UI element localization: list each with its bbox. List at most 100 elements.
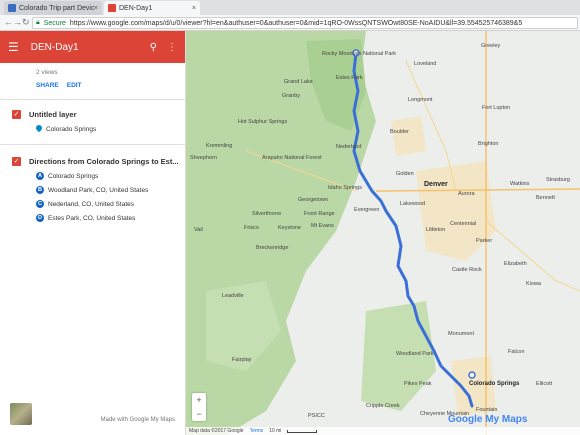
list-item[interactable]: D Estes Park, CO, United States xyxy=(12,211,179,225)
map-label-cripple-creek: Cripple Creek xyxy=(366,403,400,409)
map-label-front-range: Front Range xyxy=(304,211,335,217)
map-canvas[interactable]: Denver Boulder Longmont Greeley Loveland… xyxy=(186,31,580,435)
map-label-kremmling: Kremmling xyxy=(206,143,233,149)
more-options-icon[interactable]: ⋮ xyxy=(167,42,177,53)
made-with-label: Made with Google My Maps xyxy=(100,417,175,423)
map-label-idaho-springs: Idaho Springs xyxy=(328,185,362,191)
map-label-brighton: Brighton xyxy=(478,141,499,147)
divider xyxy=(0,99,185,100)
map-label-golden: Golden xyxy=(396,171,414,177)
map-label-littleton: Littleton xyxy=(426,227,446,233)
tab-colorado-trip[interactable]: Colorado Trip part Devic × xyxy=(4,1,102,15)
map-label-castle-rock: Castle Rock xyxy=(452,267,482,273)
layer-directions: ✓ Directions from Colorado Springs to Es… xyxy=(0,153,185,225)
map-label-greeley: Greeley xyxy=(481,43,501,49)
map-label-hot-sulphur: Hot Sulphur Springs xyxy=(238,119,288,125)
map-label-georgetown: Georgetown xyxy=(298,197,328,203)
urban-area-denver xyxy=(416,161,496,261)
lock-icon: 🔒︎ xyxy=(36,19,40,26)
scale-bar xyxy=(287,429,318,433)
search-icon[interactable]: ⚲ xyxy=(150,42,157,53)
map-label-monument: Monument xyxy=(448,331,474,337)
panel-header: ☰ DEN-Day1 ⚲ ⋮ xyxy=(0,31,185,63)
edit-button[interactable]: EDIT xyxy=(67,82,82,89)
map-label-arapaho: Arapaho National Forest xyxy=(262,155,322,161)
map-label-colorado-springs: Colorado Springs xyxy=(469,381,520,387)
tab-label: DEN-Day1 xyxy=(119,4,153,12)
layer-title: Untitled layer xyxy=(29,109,77,119)
close-tab-icon[interactable]: × xyxy=(192,5,196,12)
list-item[interactable]: C Nederland, CO, United States xyxy=(12,197,179,211)
item-label: Nederland, CO, United States xyxy=(48,200,134,208)
layer-checkbox[interactable]: ✓ xyxy=(12,109,21,119)
map-pin-icon xyxy=(36,125,42,133)
map-label-boulder: Boulder xyxy=(390,129,409,135)
zoom-in-button[interactable]: + xyxy=(196,395,201,405)
map-label-granby: Granby xyxy=(282,93,301,99)
item-label: Colorado Springs xyxy=(46,125,97,133)
map-label-silverthorne: Silverthorne xyxy=(252,211,282,217)
divider xyxy=(0,144,185,145)
forward-icon[interactable]: → xyxy=(13,17,22,27)
map-label-woodland-park: Woodland Park xyxy=(396,351,434,357)
map-label-fountain: Fountain xyxy=(476,407,498,413)
close-tab-icon[interactable]: × xyxy=(94,5,98,12)
map-label-evergreen: Evergreen xyxy=(354,207,380,213)
attribution-text: Map data ©2017 Google xyxy=(189,428,244,434)
google-my-maps-logo: Google My Maps xyxy=(448,414,528,425)
tab-favicon-icon xyxy=(8,4,16,12)
layer-untitled: ✓ Untitled layer Colorado Springs xyxy=(0,106,185,136)
route-start-marker[interactable] xyxy=(468,371,476,379)
map-label-pikes-peak: Pikes Peak xyxy=(404,381,432,387)
waypoint-a-icon: A xyxy=(36,172,44,180)
item-label: Estes Park, CO, United States xyxy=(48,214,136,222)
list-item[interactable]: Colorado Springs xyxy=(12,122,179,136)
item-label: Colorado Springs xyxy=(48,172,99,180)
scale-label: 10 mi xyxy=(269,428,282,434)
map-label-grand-lake: Grand Lake xyxy=(284,79,313,85)
map-label-aurora: Aurora xyxy=(458,191,475,197)
map-label-leadville: Leadville xyxy=(222,293,244,299)
map-title: DEN-Day1 xyxy=(30,41,79,53)
layer-checkbox[interactable]: ✓ xyxy=(12,156,21,166)
map-label-vail: Vail xyxy=(194,227,203,233)
list-item[interactable]: A Colorado Springs xyxy=(12,169,179,183)
zoom-out-button[interactable]: − xyxy=(196,409,201,419)
browser-tabbar: Colorado Trip part Devic × DEN-Day1 × xyxy=(0,0,580,15)
map-label-centennial: Centennial xyxy=(450,221,477,227)
waypoint-c-icon: C xyxy=(36,200,44,208)
map-label-sheephorn: Sheephorn xyxy=(190,155,217,161)
map-label-strasburg: Strasburg xyxy=(546,177,570,183)
map-label-breckenridge: Breckenridge xyxy=(256,245,289,251)
basemap-thumbnail[interactable] xyxy=(10,403,32,425)
map-label-falcon: Falcon xyxy=(508,349,525,355)
url-input[interactable]: 🔒︎ Secure https://www.google.com/maps/d/… xyxy=(32,17,578,29)
tab-den-day1[interactable]: DEN-Day1 × xyxy=(104,1,200,15)
zoom-control: + − xyxy=(192,393,206,421)
share-button[interactable]: SHARE xyxy=(36,82,59,89)
reload-icon[interactable]: ↻ xyxy=(22,17,30,28)
map-svg xyxy=(186,31,580,435)
map-label-elizabeth: Elizabeth xyxy=(504,261,527,267)
map-label-estes-park: Estes Park xyxy=(336,75,363,81)
map-label-keystone: Keystone xyxy=(278,225,301,231)
terms-link[interactable]: Terms xyxy=(250,428,264,434)
view-count: 2 views xyxy=(36,69,58,76)
urban-area-boulder xyxy=(391,116,426,156)
map-label-denver: Denver xyxy=(424,181,448,188)
map-label-pscc: PSICC xyxy=(308,413,325,419)
list-item[interactable]: B Woodland Park, CO, United States xyxy=(12,183,179,197)
map-label-mt-evans: Mt Evans xyxy=(311,223,334,229)
url-text: https://www.google.com/maps/d/u/0/viewer… xyxy=(69,19,523,27)
menu-icon[interactable]: ☰ xyxy=(8,40,19,54)
map-label-nederland: Nederland xyxy=(336,144,362,150)
map-label-rmnp: Rocky Mountain National Park xyxy=(322,51,396,57)
waypoint-d-icon: D xyxy=(36,214,44,222)
map-label-ellicott: Ellicott xyxy=(536,381,553,387)
waypoint-b-icon: B xyxy=(36,186,44,194)
map-label-loveland: Loveland xyxy=(414,61,437,67)
back-icon[interactable]: ← xyxy=(4,17,13,27)
map-label-kiowa: Kiowa xyxy=(526,281,541,287)
map-label-parker: Parker xyxy=(476,238,493,244)
highway-i70 xyxy=(375,188,580,192)
